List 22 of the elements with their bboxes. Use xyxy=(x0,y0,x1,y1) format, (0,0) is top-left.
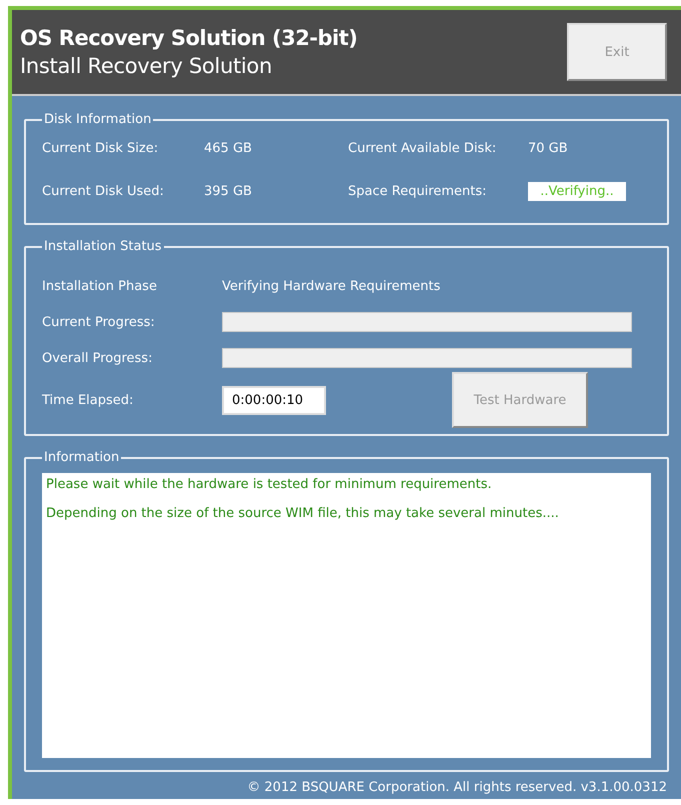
time-field: 0:00:00:10 xyxy=(222,386,326,414)
field-value: 465 GB xyxy=(204,141,253,156)
app-title: OS Recovery Solution (32-bit) xyxy=(20,26,358,50)
field-value: 395 GB xyxy=(204,184,253,199)
phase-value: Verifying Hardware Requirements xyxy=(222,278,440,294)
field-label: Current Disk Size: xyxy=(42,141,160,156)
status-field: ..Verifying.. xyxy=(528,182,626,201)
field-label: Current Available Disk: xyxy=(348,141,498,156)
group-title: Information xyxy=(43,450,120,465)
field-label: Overall Progress: xyxy=(42,350,154,366)
field-label: Current Progress: xyxy=(42,314,156,330)
message-text: Depending on the size of the source WIM file, this may take several minutes.... xyxy=(46,506,560,521)
field-label: Installation Phase xyxy=(42,278,158,294)
field-label: Time Elapsed: xyxy=(42,392,134,408)
group-title: Installation Status xyxy=(43,239,163,254)
field-label: Current Disk Used: xyxy=(42,184,165,199)
message-text: Please wait while the hardware is tested for minimum requirements. xyxy=(46,477,493,492)
field-value: 70 GB xyxy=(528,141,569,156)
field-label: Space Requirements: xyxy=(348,184,488,199)
app-subtitle: Install Recovery Solution xyxy=(20,54,273,78)
group-title: Disk Information xyxy=(43,112,152,127)
copyright-text: © 2012 BSQUARE Corporation. All rights reserved. v3.1.00.0312 xyxy=(247,780,667,795)
